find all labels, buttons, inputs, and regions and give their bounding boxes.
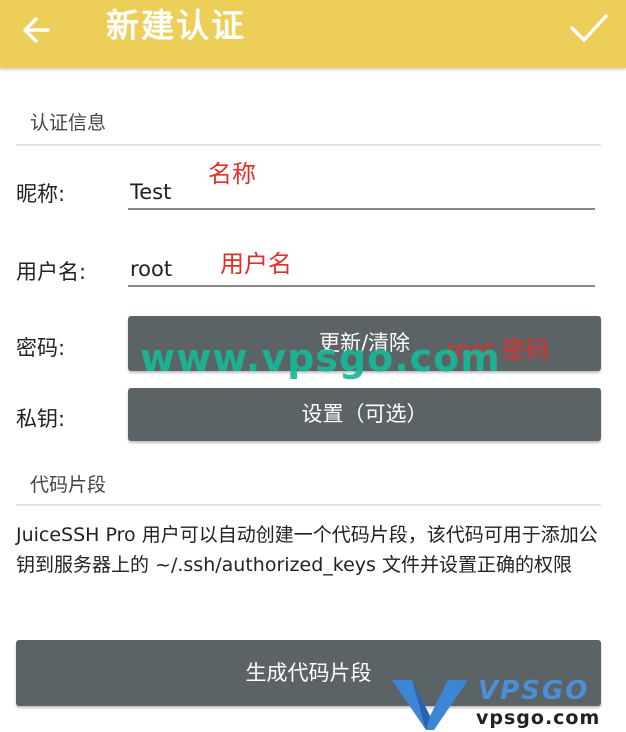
annotation-username: 用户名 xyxy=(220,250,292,278)
back-button[interactable] xyxy=(18,10,58,50)
annotation-nickname: 名称 xyxy=(208,160,256,188)
private-key-label: 私钥: xyxy=(16,407,66,431)
arrow-left-icon xyxy=(23,17,50,43)
section-divider xyxy=(16,144,601,146)
logo-url: vpsgo.com xyxy=(476,707,601,729)
watermark-text: www.vpsgo.com xyxy=(140,336,501,380)
watermark-logo: VPSGO vpsgo.com xyxy=(390,676,626,732)
page-title: 新建认证 xyxy=(106,6,246,45)
username-label: 用户名: xyxy=(16,260,87,284)
nickname-input[interactable] xyxy=(128,176,595,210)
username-input[interactable] xyxy=(128,253,595,287)
section-divider xyxy=(16,504,601,506)
section-title-auth: 认证信息 xyxy=(30,112,107,134)
password-label: 密码: xyxy=(16,336,66,360)
private-key-button[interactable]: 设置（可选） xyxy=(128,388,601,441)
nickname-label: 昵称: xyxy=(16,182,66,206)
confirm-button[interactable] xyxy=(568,8,610,48)
logo-brand: VPSGO xyxy=(478,676,590,706)
check-icon xyxy=(570,14,608,42)
app-bar: 新建认证 xyxy=(0,0,626,68)
section-title-snippet: 代码片段 xyxy=(30,474,107,496)
v-logo-icon xyxy=(392,680,468,730)
snippet-description: JuiceSSH Pro 用户可以自动创建一个代码片段，该代码可用于添加公钥到服… xyxy=(16,524,598,576)
